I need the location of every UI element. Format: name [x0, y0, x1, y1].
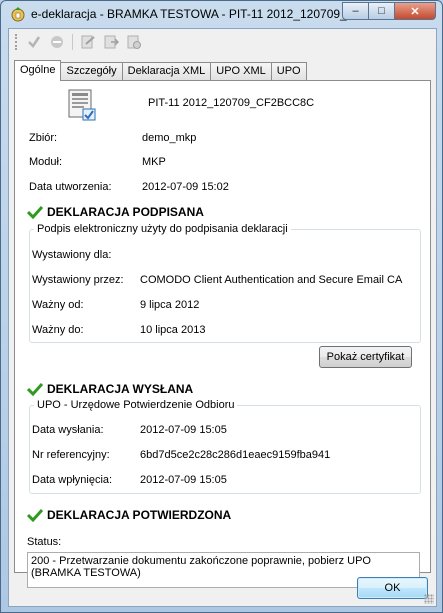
status-label: Status: [27, 536, 62, 548]
valid-to-label: Ważny do: [32, 324, 84, 336]
collection-value: demo_mkp [142, 132, 197, 144]
app-icon [11, 7, 25, 22]
module-label: Moduł: [29, 156, 63, 168]
created-date-value: 2012-07-09 15:02 [142, 181, 229, 193]
received-date-value: 2012-07-09 15:05 [140, 474, 227, 486]
signature-group: Podpis elektroniczny użyty do podpisania… [29, 223, 421, 343]
upo-group: UPO - Urzędowe Potwierdzenie Odbioru Dat… [29, 399, 421, 494]
tab-upo[interactable]: UPO [270, 62, 307, 81]
issued-for-label: Wystawiony dla: [32, 249, 112, 261]
checkmark-icon [27, 382, 43, 396]
confirmed-heading: DEKLARACJA POTWIERDZONA [27, 508, 231, 522]
general-tab-panel: PIT-11 2012_120709_CF2BCC8C Zbiór: demo_… [14, 80, 431, 588]
issued-by-value: COMODO Client Authentication and Secure … [140, 274, 403, 286]
tab-declaration-xml[interactable]: Deklaracja XML [121, 62, 212, 81]
dialog-client-area: Ogólne Szczegóły Deklaracja XML UPO XML … [8, 28, 437, 607]
reference-number-value: 6bd7d5ce2c28c286d1eaec9159fba941 [140, 449, 331, 461]
confirmed-heading-text: DEKLARACJA POTWIERDZONA [47, 508, 232, 522]
signed-heading-text: DEKLARACJA PODPISANA [47, 205, 204, 219]
signature-group-title: Podpis elektroniczny użyty do podpisania… [37, 223, 288, 235]
sent-date-value: 2012-07-09 15:05 [140, 424, 227, 436]
toolbar-separator [72, 34, 73, 50]
valid-to-value: 10 lipca 2013 [140, 324, 206, 336]
reference-number-label: Nr referencyjny: [32, 449, 110, 461]
toolbar-grip[interactable] [15, 34, 19, 50]
document-icon [68, 89, 96, 121]
tab-general[interactable]: Ogólne [14, 60, 62, 81]
check-icon[interactable] [24, 32, 44, 52]
sign-document-icon[interactable] [78, 32, 98, 52]
sent-heading-text: DEKLARACJA WYSŁANA [47, 382, 194, 396]
resize-grip[interactable] [424, 594, 434, 604]
valid-from-label: Ważny od: [32, 299, 84, 311]
disabled-circle-icon[interactable] [47, 32, 67, 52]
upo-group-title: UPO - Urzędowe Potwierdzenie Odbioru [37, 399, 235, 411]
send-document-icon[interactable] [101, 32, 121, 52]
caption-buttons: ‒ □ ✕ [342, 2, 436, 20]
minimize-button[interactable]: ‒ [342, 2, 368, 20]
tab-upo-xml[interactable]: UPO XML [210, 62, 272, 81]
valid-from-value: 9 lipca 2012 [140, 299, 200, 311]
close-button[interactable]: ✕ [394, 2, 436, 20]
ok-button[interactable]: OK [357, 577, 428, 599]
sent-heading: DEKLARACJA WYSŁANA [27, 382, 193, 396]
module-value: MKP [142, 156, 166, 168]
issued-by-label: Wystawiony przez: [32, 274, 124, 286]
created-date-label: Data utworzenia: [29, 181, 112, 193]
checkmark-icon [27, 508, 43, 522]
tab-strip: Ogólne Szczegóły Deklaracja XML UPO XML … [14, 60, 307, 81]
receive-upo-icon[interactable] [124, 32, 144, 52]
received-date-label: Data wpłynięcia: [32, 474, 113, 486]
document-name: PIT-11 2012_120709_CF2BCC8C [148, 97, 315, 109]
maximize-button[interactable]: □ [368, 2, 394, 20]
show-certificate-button[interactable]: Pokaż certyfikat [319, 346, 412, 368]
checkmark-icon [27, 205, 43, 219]
title-bar[interactable]: e-deklaracja - BRAMKA TESTOWA - PIT-11 2… [1, 1, 442, 27]
tab-details[interactable]: Szczegóły [60, 62, 123, 81]
dialog-window: e-deklaracja - BRAMKA TESTOWA - PIT-11 2… [0, 0, 443, 613]
signed-heading: DEKLARACJA PODPISANA [27, 205, 204, 219]
sent-date-label: Data wysłania: [32, 424, 104, 436]
collection-label: Zbiór: [29, 132, 58, 144]
toolbar [15, 31, 144, 53]
